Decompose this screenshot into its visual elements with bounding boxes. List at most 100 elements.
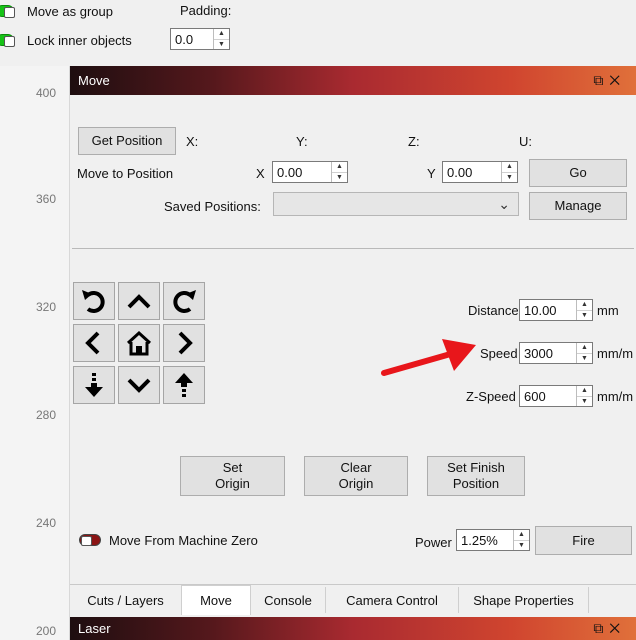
arrow-up-icon [127, 294, 151, 309]
z-down-icon [85, 373, 103, 397]
ruler-label: 400 [35, 86, 56, 100]
padding-value: 0.0 [175, 31, 194, 47]
go-button[interactable]: Go [529, 159, 627, 187]
ruler-label: 320 [35, 300, 56, 314]
speed-unit: mm/m [597, 346, 634, 361]
bottom-tab-bar: Cuts / Layers Move Console Camera Contro… [70, 584, 636, 615]
tab-shape-properties[interactable]: Shape Properties [459, 587, 589, 613]
x-label: X [256, 166, 265, 181]
move-panel-title: Move [78, 73, 110, 88]
annotation-arrow-icon [381, 339, 476, 376]
z-up-button[interactable] [163, 366, 205, 404]
saved-positions-dropdown[interactable]: ⌄ [273, 192, 519, 216]
zspeed-stepper[interactable]: ▲ ▼ [576, 386, 592, 406]
z-up-icon [175, 373, 193, 397]
distance-value: 10.00 [524, 302, 557, 318]
y-position-value: 0.00 [447, 164, 473, 180]
zspeed-input[interactable]: 600 ▲ ▼ [519, 385, 593, 407]
zspeed-value: 600 [524, 388, 546, 404]
set-finish-position-button[interactable]: Set Finish Position [427, 456, 525, 496]
zspeed-label: Z-Speed [466, 389, 516, 404]
move-panel-titlebar[interactable]: Move ⧉✕ [70, 66, 636, 95]
tab-move[interactable]: Move [181, 585, 251, 615]
close-icon[interactable]: ✕ [609, 620, 626, 636]
padding-stepper[interactable]: ▲ ▼ [213, 29, 229, 49]
move-as-group-label: Move as group [27, 4, 113, 19]
laser-panel-title: Laser [78, 621, 111, 636]
arrow-down-icon [127, 378, 151, 393]
home-button[interactable] [118, 324, 160, 362]
zspeed-unit: mm/m [597, 389, 634, 404]
move-from-zero-label: Move From Machine Zero [109, 533, 258, 548]
jog-right-button[interactable] [163, 324, 205, 362]
home-icon [126, 330, 152, 356]
power-label: Power [415, 535, 452, 550]
x-stepper[interactable]: ▲ ▼ [331, 162, 347, 182]
ruler-label: 280 [35, 408, 56, 422]
fire-button[interactable]: Fire [535, 526, 632, 555]
panel-window-controls: ⧉✕ [593, 72, 626, 89]
jog-down-button[interactable] [118, 366, 160, 404]
distance-input[interactable]: 10.00 ▲ ▼ [519, 299, 593, 321]
tab-label: Shape Properties [473, 592, 574, 608]
jog-up-button[interactable] [118, 282, 160, 320]
y-stepper[interactable]: ▲ ▼ [501, 162, 517, 182]
options-strip: Move as group Lock inner objects Padding… [0, 0, 636, 66]
float-icon[interactable]: ⧉ [593, 620, 609, 636]
saved-positions-label: Saved Positions: [164, 199, 261, 214]
move-panel: Get Position X: Y: Z: U: Move to Positio… [70, 95, 636, 615]
ruler-label: 240 [35, 516, 56, 530]
lock-inner-toggle[interactable] [0, 34, 14, 46]
arrow-right-icon [178, 331, 193, 355]
x-position-input[interactable]: 0.00 ▲ ▼ [272, 161, 348, 183]
lock-inner-label: Lock inner objects [27, 33, 132, 48]
arrow-left-icon [85, 331, 100, 355]
distance-stepper[interactable]: ▲ ▼ [576, 300, 592, 320]
section-divider [72, 248, 634, 249]
clear-origin-button[interactable]: Clear Origin [304, 456, 408, 496]
axis-u-readout: U: [519, 134, 532, 149]
tab-label: Move [200, 593, 232, 608]
axis-y-readout: Y: [296, 134, 308, 149]
move-as-group-toggle[interactable] [0, 5, 14, 17]
axis-z-readout: Z: [408, 134, 420, 149]
panel-window-controls: ⧉✕ [593, 620, 626, 637]
axis-x-readout: X: [186, 134, 199, 149]
padding-input[interactable]: 0.0 ▲ ▼ [170, 28, 230, 50]
vertical-ruler: 400 360 320 280 240 200 [0, 66, 70, 640]
speed-label: Speed [480, 346, 518, 361]
x-position-value: 0.00 [277, 164, 303, 180]
speed-stepper[interactable]: ▲ ▼ [576, 343, 592, 363]
rotate-ccw-icon [82, 290, 105, 313]
padding-label: Padding: [180, 3, 232, 18]
laser-panel-titlebar[interactable]: Laser ⧉✕ [70, 617, 636, 640]
y-position-input[interactable]: 0.00 ▲ ▼ [442, 161, 518, 183]
rotate-cw-button[interactable] [163, 282, 205, 320]
jog-left-button[interactable] [73, 324, 115, 362]
ruler-label: 360 [35, 192, 56, 206]
tab-label: Camera Control [346, 592, 438, 608]
ruler-label: 200 [35, 624, 56, 638]
speed-input[interactable]: 3000 ▲ ▼ [519, 342, 593, 364]
speed-value: 3000 [524, 345, 553, 361]
move-to-position-label: Move to Position [77, 166, 174, 181]
move-from-zero-toggle[interactable] [79, 534, 101, 546]
tab-label: Cuts / Layers [87, 592, 164, 608]
manage-button[interactable]: Manage [529, 192, 627, 220]
set-origin-button[interactable]: Set Origin [180, 456, 285, 496]
distance-label: Distance [468, 303, 519, 318]
power-stepper[interactable]: ▲ ▼ [513, 530, 529, 550]
chevron-down-icon: ⌄ [498, 196, 510, 212]
tab-camera-control[interactable]: Camera Control [326, 587, 459, 613]
tab-cuts-layers[interactable]: Cuts / Layers [70, 587, 182, 613]
get-position-button[interactable]: Get Position [78, 127, 176, 155]
float-icon[interactable]: ⧉ [593, 72, 609, 88]
power-input[interactable]: 1.25% ▲ ▼ [456, 529, 530, 551]
distance-unit: mm [597, 303, 619, 318]
tab-console[interactable]: Console [251, 587, 326, 613]
power-value: 1.25% [461, 532, 498, 548]
close-icon[interactable]: ✕ [609, 72, 626, 88]
z-down-button[interactable] [73, 366, 115, 404]
rotate-cw-icon [173, 290, 196, 313]
rotate-ccw-button[interactable] [73, 282, 115, 320]
